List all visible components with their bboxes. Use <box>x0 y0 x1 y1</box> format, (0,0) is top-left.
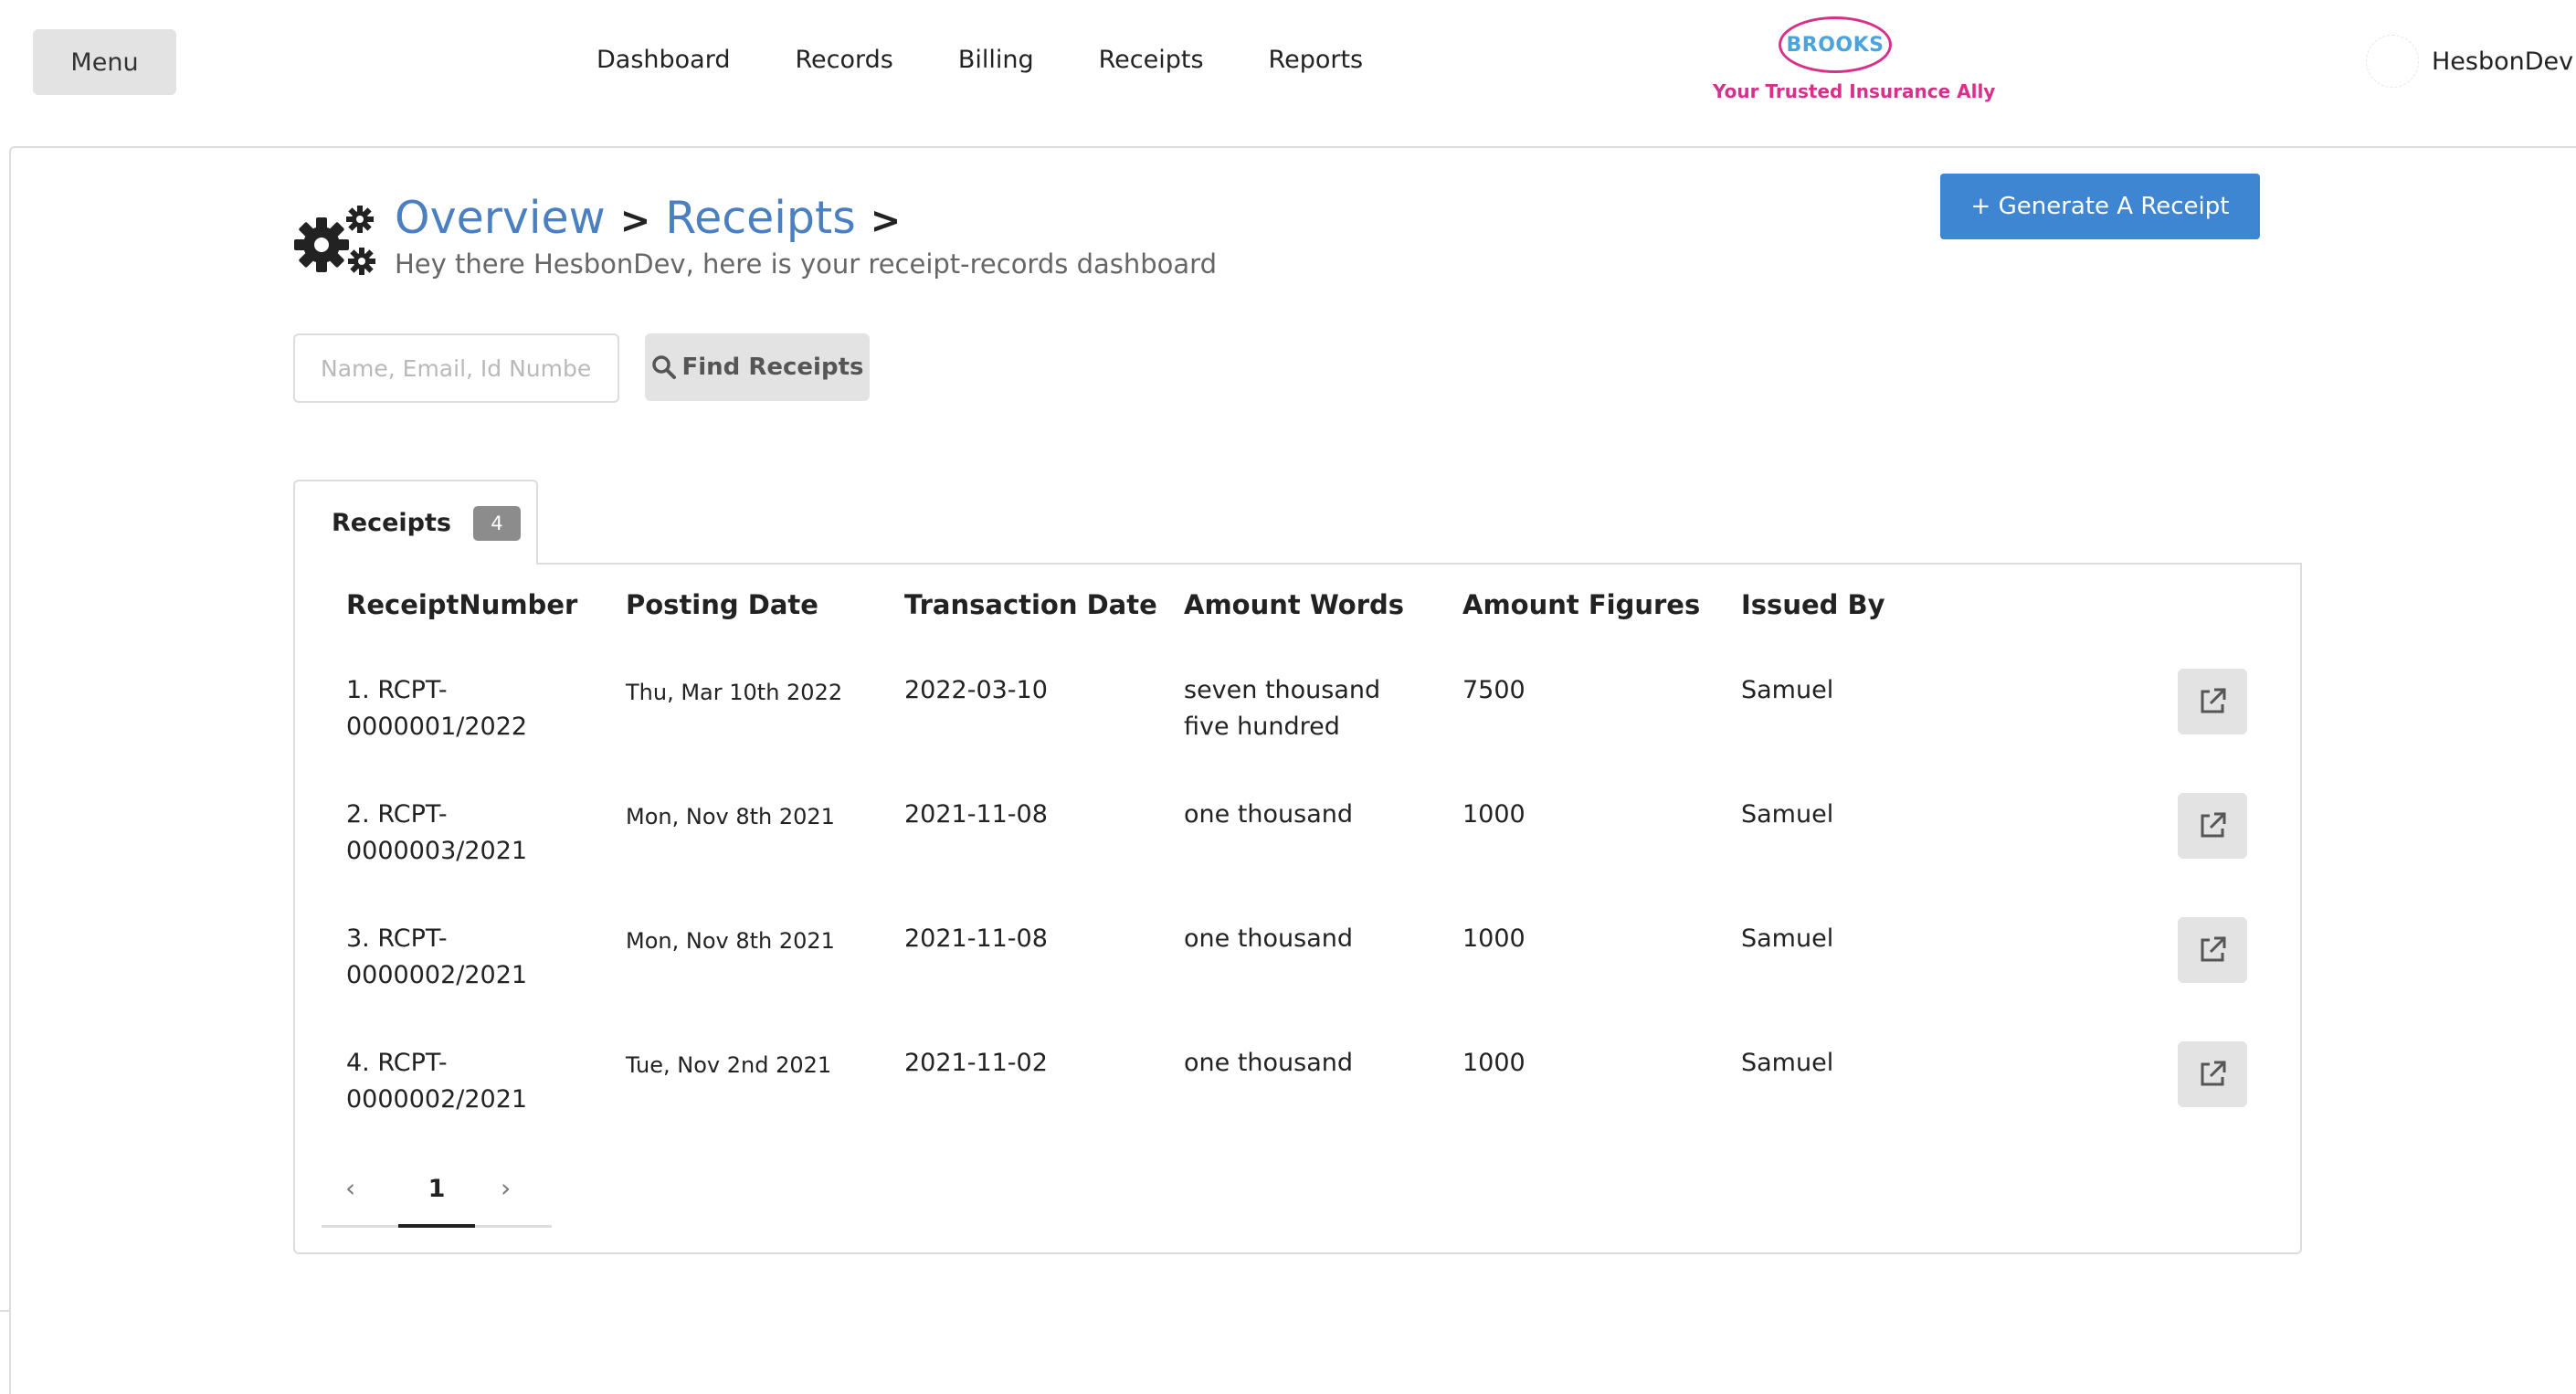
cell-amount-words: one thousand <box>1184 1049 1354 1077</box>
nav-reports[interactable]: Reports <box>1269 46 1364 74</box>
tab-count-badge: 4 <box>472 505 521 541</box>
logo-oval: BROOKS <box>1779 16 1892 73</box>
pagination-next[interactable]: › <box>501 1173 511 1203</box>
breadcrumb-separator: > <box>619 200 651 242</box>
open-receipt-button[interactable] <box>2178 669 2247 734</box>
cell-issued-by: Samuel <box>1741 1049 1834 1077</box>
username: HesbonDev <box>2432 47 2574 76</box>
column-amount-words: Amount Words <box>1184 589 1405 620</box>
pagination: ‹ 1 › <box>322 1160 552 1228</box>
nav-dashboard[interactable]: Dashboard <box>596 46 730 74</box>
table-row: 4. RCPT-0000002/2021 Tue, Nov 2nd 2021 2… <box>0 1041 2576 1155</box>
logo-name: BROOKS <box>1786 33 1884 57</box>
cell-posting-date: Mon, Nov 8th 2021 <box>626 928 835 954</box>
menu-button[interactable]: Menu <box>33 29 176 95</box>
external-link-icon <box>2201 936 2226 962</box>
open-receipt-button[interactable] <box>2178 917 2247 983</box>
cell-transaction-date: 2021-11-08 <box>904 800 1048 829</box>
avatar <box>2366 35 2419 88</box>
external-link-icon <box>2201 812 2226 838</box>
pagination-prev[interactable]: ‹ <box>345 1173 355 1203</box>
cell-transaction-date: 2021-11-08 <box>904 924 1048 953</box>
nav-billing[interactable]: Billing <box>958 46 1034 74</box>
main-nav: Dashboard Records Billing Receipts Repor… <box>596 46 1363 74</box>
top-navbar: Menu Dashboard Records Billing Receipts … <box>0 0 2576 146</box>
brand-logo[interactable]: BROOKS Your Trusted Insurance Ally <box>1713 15 1996 111</box>
cell-amount-figures: 1000 <box>1462 924 1526 953</box>
breadcrumb-receipts[interactable]: Receipts <box>665 192 856 244</box>
table-row: 1. RCPT-0000001/2022 Thu, Mar 10th 2022 … <box>0 669 2576 782</box>
logo-tagline: Your Trusted Insurance Ally <box>1713 80 1996 102</box>
search-icon <box>651 355 676 379</box>
panel-divider <box>0 1310 9 1312</box>
column-amount-figures: Amount Figures <box>1462 589 1701 620</box>
cell-receipt-number: 3. RCPT-0000002/2021 <box>346 924 528 989</box>
table-row: 3. RCPT-0000002/2021 Mon, Nov 8th 2021 2… <box>0 917 2576 1030</box>
user-menu[interactable]: HesbonDev <box>2366 35 2573 88</box>
generate-receipt-button[interactable]: + Generate A Receipt <box>1940 174 2260 239</box>
pagination-page[interactable]: 1 <box>398 1160 475 1228</box>
cell-transaction-date: 2021-11-02 <box>904 1049 1048 1077</box>
column-receipt-number: ReceiptNumber <box>346 589 578 620</box>
page-subtitle: Hey there HesbonDev, here is your receip… <box>395 248 1217 280</box>
cell-receipt-number: 2. RCPT-0000003/2021 <box>346 800 528 865</box>
external-link-icon <box>2201 688 2226 713</box>
cell-amount-figures: 1000 <box>1462 1049 1526 1077</box>
cell-receipt-number: 1. RCPT-0000001/2022 <box>346 676 528 741</box>
cell-posting-date: Tue, Nov 2nd 2021 <box>626 1052 832 1078</box>
cell-issued-by: Samuel <box>1741 924 1834 953</box>
cell-receipt-number: 4. RCPT-0000002/2021 <box>346 1049 528 1114</box>
tab-label: Receipts <box>332 509 451 537</box>
cell-posting-date: Mon, Nov 8th 2021 <box>626 804 835 829</box>
search-input[interactable] <box>293 333 619 403</box>
column-posting-date: Posting Date <box>626 589 818 620</box>
cell-amount-figures: 7500 <box>1462 676 1526 704</box>
nav-receipts[interactable]: Receipts <box>1099 46 1204 74</box>
external-link-icon <box>2201 1061 2226 1086</box>
nav-records[interactable]: Records <box>795 46 892 74</box>
page-header: Overview > Receipts > Hey there HesbonDe… <box>290 192 1569 292</box>
cell-issued-by: Samuel <box>1741 676 1834 704</box>
breadcrumb-separator: > <box>870 200 902 242</box>
cell-amount-figures: 1000 <box>1462 800 1526 829</box>
breadcrumb-overview[interactable]: Overview <box>395 192 606 244</box>
cell-amount-words: seven thousand five hundred <box>1184 676 1381 741</box>
find-receipts-button[interactable]: Find Receipts <box>645 333 870 401</box>
cell-posting-date: Thu, Mar 10th 2022 <box>626 680 843 705</box>
open-receipt-button[interactable] <box>2178 1041 2247 1107</box>
tab-receipts[interactable]: Receipts 4 <box>293 480 538 565</box>
column-issued-by: Issued By <box>1741 589 1885 620</box>
table-row: 2. RCPT-0000003/2021 Mon, Nov 8th 2021 2… <box>0 793 2576 906</box>
cell-transaction-date: 2022-03-10 <box>904 676 1048 704</box>
column-transaction-date: Transaction Date <box>904 589 1157 620</box>
cell-issued-by: Samuel <box>1741 800 1834 829</box>
gears-icon <box>294 206 375 275</box>
breadcrumb: Overview > Receipts > <box>395 192 915 244</box>
open-receipt-button[interactable] <box>2178 793 2247 859</box>
cell-amount-words: one thousand <box>1184 800 1354 829</box>
cell-amount-words: one thousand <box>1184 924 1354 953</box>
find-receipts-label: Find Receipts <box>681 354 864 381</box>
